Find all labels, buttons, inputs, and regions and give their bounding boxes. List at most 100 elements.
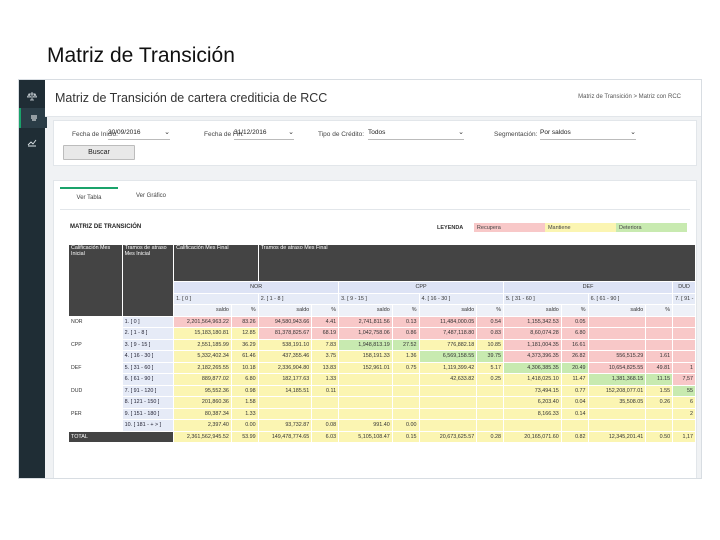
calificacion-cell bbox=[68, 419, 123, 432]
page-header: Matriz de Transición de cartera creditic… bbox=[45, 80, 701, 117]
matrix-cell: 152,208,077.01 bbox=[587, 384, 647, 397]
fecha-inicio-select[interactable]: 30/09/2016 ⌄ bbox=[108, 129, 170, 140]
tramo-final-header: 7. [ 91 - 12 bbox=[672, 292, 696, 305]
matrix-cell bbox=[418, 407, 478, 420]
matrix-cell bbox=[645, 407, 674, 420]
chevron-down-icon: ⌄ bbox=[458, 129, 464, 136]
matrix-cell: 0.05 bbox=[560, 315, 589, 328]
matrix-cell: 27.52 bbox=[391, 338, 420, 351]
legend-item-deteriora: Deteriora bbox=[615, 223, 688, 232]
subcolumn-header: saldo bbox=[257, 304, 313, 317]
matrix-cell: 2,397.40 bbox=[173, 419, 232, 432]
table-row: 2. [ 1 - 8 ] 15,183,180.81 12.85 81,378,825… bbox=[68, 327, 696, 340]
matrix-cell: 2,201,564,963.22 bbox=[173, 315, 232, 328]
matrix-cell bbox=[645, 419, 674, 432]
tramo-cell: 4. [ 16 - 30 ] bbox=[121, 350, 175, 363]
calificacion-cell: NOR bbox=[68, 315, 123, 328]
header-calificacion-final: Calificación Mes Final bbox=[173, 244, 259, 282]
subcolumn-header: saldo bbox=[503, 304, 562, 317]
matrix-cell bbox=[418, 384, 478, 397]
matrix-cell: 95,552.36 bbox=[173, 384, 232, 397]
list-icon[interactable] bbox=[19, 108, 47, 128]
group-def: DEF bbox=[503, 281, 674, 294]
breadcrumb[interactable]: Matriz de Transición > Matriz con RCC bbox=[578, 94, 681, 100]
tramo-cell: 1. [ 0 ] bbox=[121, 315, 175, 328]
tipo-credito-label: Tipo de Crédito: bbox=[318, 131, 365, 138]
segmentacion-select[interactable]: Por saldos ⌄ bbox=[540, 129, 636, 140]
matrix-cell: 0.08 bbox=[311, 419, 340, 432]
matrix-cell bbox=[645, 338, 674, 351]
chart-line-icon[interactable] bbox=[19, 132, 45, 152]
app-window: Matriz de Transición de cartera creditic… bbox=[18, 79, 702, 479]
header-tramos-final: Tramos de atraso Mes Final bbox=[257, 244, 697, 282]
matrix-cell: 83.26 bbox=[230, 315, 259, 328]
matrix-cell: 10,654,825.55 bbox=[587, 361, 647, 374]
matrix-cell: 7.83 bbox=[311, 338, 340, 351]
total-cell: 0.15 bbox=[391, 430, 420, 443]
total-cell: 149,478,774.65 bbox=[257, 430, 313, 443]
matrix-cell: 80,387.34 bbox=[173, 407, 232, 420]
matrix-cell: 4.41 bbox=[311, 315, 340, 328]
matrix-cell: 0.77 bbox=[560, 384, 589, 397]
total-cell: 2,361,562,945.52 bbox=[173, 430, 232, 443]
segmentacion-label: Segmentación: bbox=[494, 131, 538, 138]
tab-ver-grafico[interactable]: Ver Gráfico bbox=[122, 187, 180, 205]
matrix-cell: 20.49 bbox=[560, 361, 589, 374]
matrix-cell: 8,60,074.28 bbox=[503, 327, 562, 340]
total-cell: 12,345,201.41 bbox=[587, 430, 647, 443]
matrix-cell: 13.83 bbox=[311, 361, 340, 374]
matrix-cell: 68.19 bbox=[311, 327, 340, 340]
matrix-cell: 0.14 bbox=[560, 407, 589, 420]
tipo-credito-select[interactable]: Todos ⌄ bbox=[368, 129, 464, 140]
calificacion-cell bbox=[68, 327, 123, 340]
matrix-cell: 2 bbox=[672, 407, 696, 420]
tramo-cell: 5. [ 31 - 60 ] bbox=[121, 361, 175, 374]
matrix-cell: 1.36 bbox=[391, 350, 420, 363]
table-row: NOR 1. [ 0 ] 2,201,564,963.22 83.26 94,580,9… bbox=[68, 315, 696, 328]
calificacion-cell: CPP bbox=[68, 338, 123, 351]
matrix-cell: 1,418,025.10 bbox=[503, 373, 562, 386]
matrix-cell bbox=[587, 327, 647, 340]
matrix-cell: 2,551,185.99 bbox=[173, 338, 232, 351]
matrix-cell: 556,515.29 bbox=[587, 350, 647, 363]
filter-panel: Fecha de Inicio: 30/09/2016 ⌄ Fecha de F… bbox=[53, 120, 697, 166]
matrix-cell bbox=[587, 315, 647, 328]
subcolumn-header: % bbox=[391, 304, 420, 317]
matrix-cell: 6 bbox=[672, 396, 696, 409]
matrix-cell bbox=[311, 407, 340, 420]
matrix-cell bbox=[672, 315, 696, 328]
matrix-cell: 0.86 bbox=[391, 327, 420, 340]
matrix-cell: 158,191.33 bbox=[338, 350, 393, 363]
buscar-button[interactable]: Buscar bbox=[63, 145, 135, 160]
subcolumn-header bbox=[672, 304, 696, 317]
matrix-cell bbox=[257, 396, 313, 409]
matrix-cell: 1,119,399.42 bbox=[418, 361, 478, 374]
total-cell: 0.82 bbox=[560, 430, 589, 443]
matrix-cell bbox=[560, 419, 589, 432]
matrix-cell: 3.75 bbox=[311, 350, 340, 363]
tab-ver-tabla[interactable]: Ver Tabla bbox=[60, 187, 118, 207]
tramo-cell: 6. [ 61 - 90 ] bbox=[121, 373, 175, 386]
matrix-cell: 2,741,811.56 bbox=[338, 315, 393, 328]
matrix-title: MATRIZ DE TRANSICIÓN bbox=[70, 224, 142, 230]
matrix-cell: 991.40 bbox=[338, 419, 393, 432]
balance-icon[interactable] bbox=[19, 86, 45, 106]
matrix-cell bbox=[418, 396, 478, 409]
matrix-cell: 437,355.46 bbox=[257, 350, 313, 363]
matrix-cell: 6.80 bbox=[560, 327, 589, 340]
table-row: 6. [ 61 - 90 ] 889,877.02 6.80 182,177.63 1.… bbox=[68, 373, 696, 386]
matrix-cell bbox=[587, 407, 647, 420]
subcolumn-header: % bbox=[230, 304, 259, 317]
tramo-final-header: 1. [ 0 ] bbox=[173, 292, 259, 305]
matrix-cell: 16.61 bbox=[560, 338, 589, 351]
subcolumn-header: saldo bbox=[173, 304, 232, 317]
matrix-cell: 1.33 bbox=[230, 407, 259, 420]
matrix-cell: 1,155,342.53 bbox=[503, 315, 562, 328]
matrix-cell bbox=[672, 350, 696, 363]
fecha-fin-select[interactable]: 31/12/2016 ⌄ bbox=[234, 129, 294, 140]
matrix-cell: 10.18 bbox=[230, 361, 259, 374]
matrix-cell: 26.82 bbox=[560, 350, 589, 363]
matrix-cell bbox=[587, 419, 647, 432]
subcolumn-header: % bbox=[311, 304, 340, 317]
matrix-cell: 0.00 bbox=[391, 419, 420, 432]
